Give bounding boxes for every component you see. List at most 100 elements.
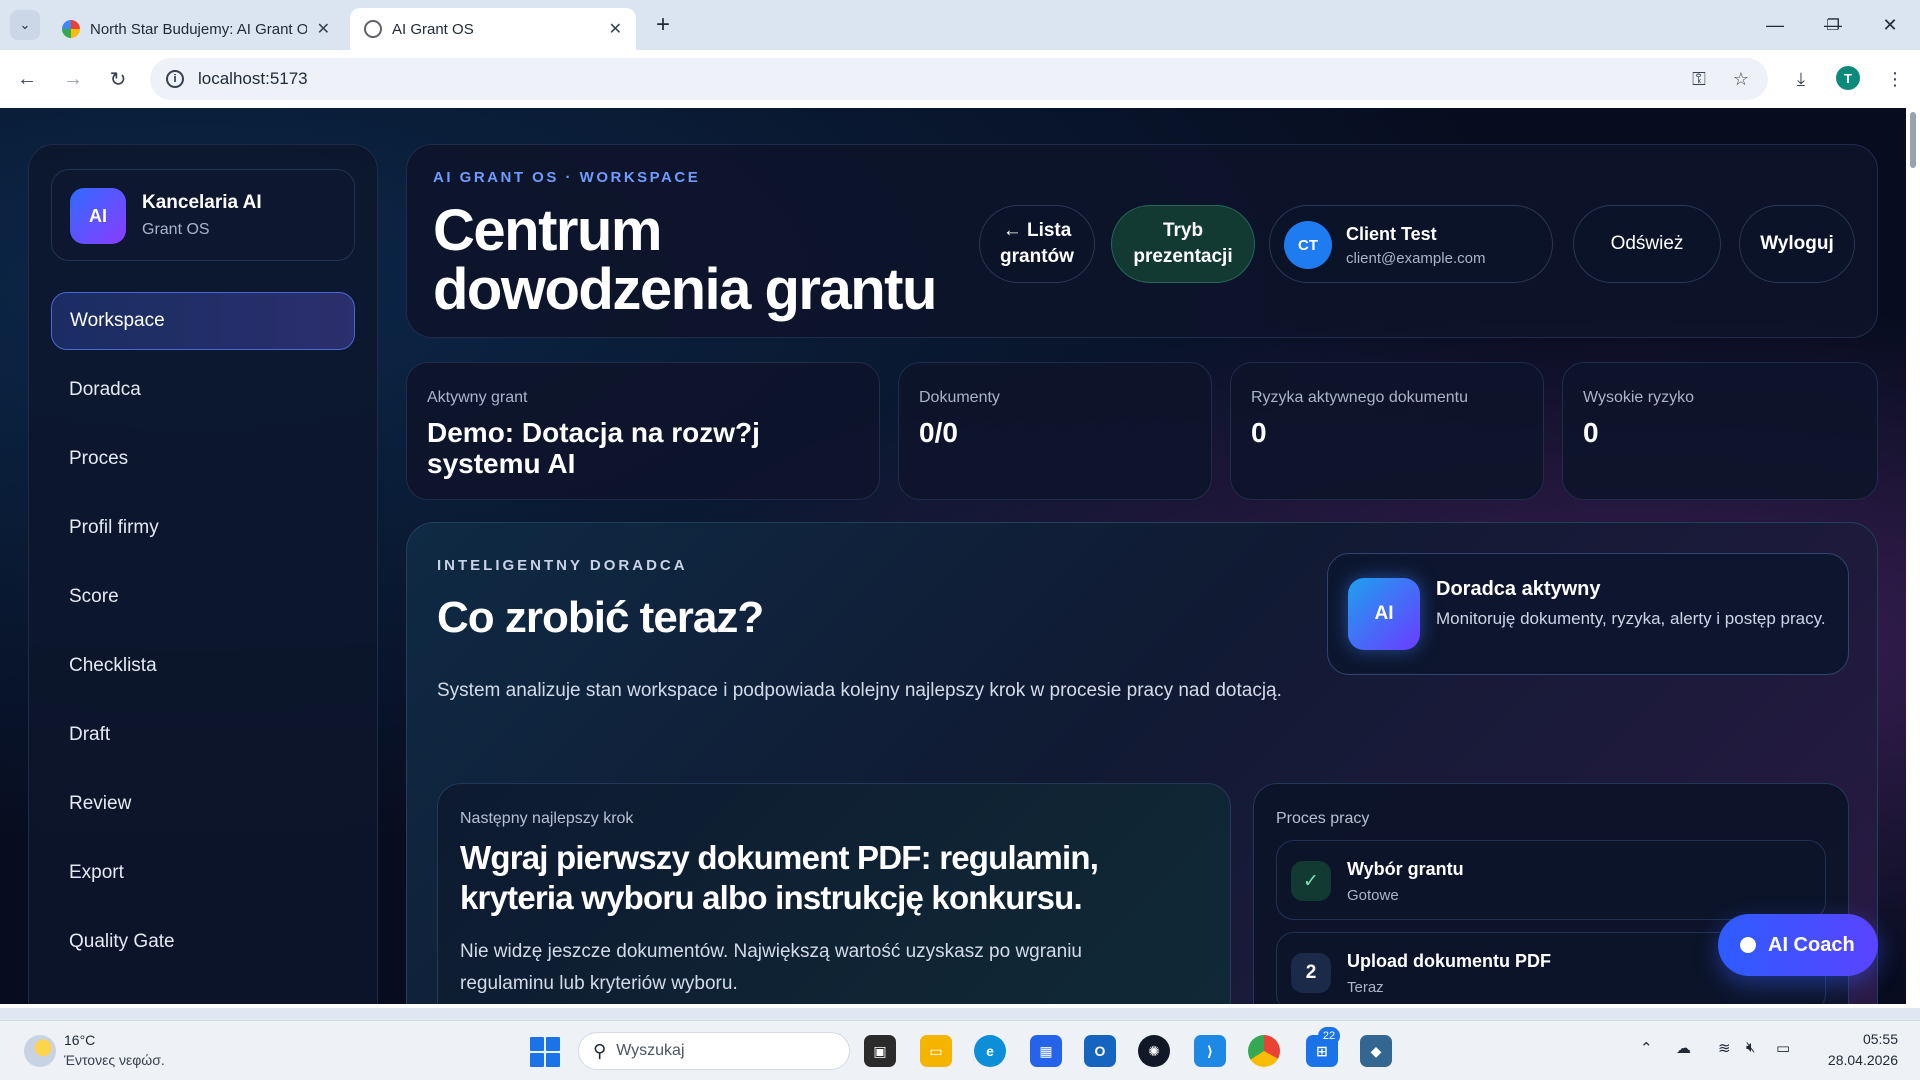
process-label: Proces pracy bbox=[1276, 810, 1370, 827]
file-explorer-icon[interactable]: ▭ bbox=[920, 1035, 952, 1067]
restore-icon[interactable]: ❐ bbox=[1818, 10, 1848, 40]
horizontal-scrollbar[interactable] bbox=[0, 1004, 1906, 1008]
back-icon[interactable]: ← bbox=[12, 64, 42, 94]
stat-value: 0 bbox=[1583, 417, 1599, 448]
site-info-icon[interactable]: i bbox=[166, 70, 184, 88]
ai-coach-button[interactable]: AI Coach bbox=[1718, 914, 1878, 976]
grants-list-button[interactable]: ← Lista grantów bbox=[979, 205, 1095, 283]
advisor-eyebrow: INTELIGENTNY DORADCA bbox=[437, 557, 688, 574]
next-step-title: Wgraj pierwszy dokument PDF: regulamin, … bbox=[460, 839, 1099, 916]
tab-title: AI Grant OS bbox=[392, 20, 474, 38]
search-icon: ⚲ bbox=[593, 1040, 607, 1061]
stat-value: Demo: Dotacja na rozw?j systemu AI bbox=[427, 417, 760, 479]
ai-coach-label: AI Coach bbox=[1768, 933, 1855, 956]
outlook-icon[interactable]: O bbox=[1084, 1035, 1116, 1067]
user-email: client@example.com bbox=[1346, 250, 1486, 267]
tab-search-icon[interactable]: ⌄ bbox=[10, 10, 40, 40]
download-icon[interactable]: ⤓ bbox=[1786, 64, 1816, 94]
sidebar-item-checklista[interactable]: Checklista bbox=[51, 637, 355, 695]
advisor-title: Co zrobić teraz? bbox=[437, 593, 764, 642]
close-tab-icon[interactable]: ✕ bbox=[609, 19, 622, 39]
next-step-description: Nie widzę jeszcze dokumentów. Największą… bbox=[460, 941, 1082, 994]
browser-toolbar: ← → ↻ i localhost:5173 ⚿ ☆ ⤓ ⋮ bbox=[0, 50, 1920, 108]
battery-icon[interactable]: ▭ bbox=[1776, 1039, 1790, 1057]
postgresql-icon[interactable]: ◆ bbox=[1360, 1035, 1392, 1067]
sidebar-item-export[interactable]: Export bbox=[51, 844, 355, 902]
search-placeholder: Wyszukaj bbox=[616, 1042, 685, 1059]
user-card[interactable]: CT Client Test client@example.com bbox=[1269, 205, 1553, 283]
scrollbar-thumb[interactable] bbox=[1910, 112, 1916, 168]
taskbar-search[interactable]: ⚲ Wyszukaj bbox=[578, 1032, 850, 1070]
vscode-icon[interactable]: ⟩ bbox=[1194, 1035, 1226, 1067]
sidebar-item-workspace[interactable]: Workspace bbox=[51, 292, 355, 350]
stat-value: 0 bbox=[1251, 417, 1267, 448]
clock-time[interactable]: 05:55 bbox=[1824, 1031, 1898, 1047]
close-window-icon[interactable]: ✕ bbox=[1875, 10, 1905, 40]
notification-badge: 22 bbox=[1318, 1027, 1340, 1045]
profile-avatar[interactable]: T bbox=[1836, 66, 1860, 90]
address-bar[interactable]: i localhost:5173 bbox=[150, 58, 1768, 100]
advisor-status-description: Monitoruję dokumenty, ryzyka, alerty i p… bbox=[1436, 609, 1826, 628]
tab-title: North Star Budujemy: AI Grant OS bbox=[90, 20, 307, 38]
windows-start-icon[interactable] bbox=[530, 1037, 560, 1067]
tab-north-star[interactable]: North Star Budujemy: AI Grant OS ✕ bbox=[48, 8, 344, 50]
onedrive-cloud-icon[interactable]: ☁ bbox=[1676, 1039, 1691, 1057]
password-key-icon[interactable]: ⚿ bbox=[1684, 64, 1714, 94]
process-step-grant-selection[interactable]: ✓ Wybór grantu Gotowe bbox=[1276, 840, 1826, 920]
globe-favicon-icon bbox=[364, 20, 382, 38]
clock-date[interactable]: 28.04.2026 bbox=[1816, 1052, 1898, 1068]
stat-label: Aktywny grant bbox=[427, 389, 528, 406]
microsoft-store-icon[interactable]: ▦ bbox=[1030, 1035, 1062, 1067]
close-tab-icon[interactable]: ✕ bbox=[317, 19, 330, 39]
step-number: 2 bbox=[1291, 953, 1331, 993]
user-avatar: CT bbox=[1284, 221, 1332, 269]
forward-icon[interactable]: → bbox=[58, 64, 88, 94]
vertical-scrollbar[interactable] bbox=[1906, 108, 1920, 1008]
google-favicon-icon bbox=[62, 20, 80, 38]
brand-card: AI Kancelaria AI Grant OS bbox=[51, 169, 355, 261]
header-eyebrow: AI GRANT OS · WORKSPACE bbox=[433, 169, 701, 186]
weather-description: Έντονες νεφώσ. bbox=[64, 1052, 165, 1068]
sidebar-item-doradca[interactable]: Doradca bbox=[51, 361, 355, 419]
minimize-icon[interactable]: — bbox=[1760, 10, 1790, 40]
stat-high-risk: Wysokie ryzyko 0 bbox=[1562, 362, 1878, 500]
sidebar-item-proces[interactable]: Proces bbox=[51, 430, 355, 488]
logout-button[interactable]: Wyloguj bbox=[1739, 205, 1855, 283]
edge-browser-icon[interactable]: e bbox=[974, 1035, 1006, 1067]
address-text: localhost:5173 bbox=[198, 69, 308, 88]
chatgpt-icon[interactable]: ✺ bbox=[1138, 1035, 1170, 1067]
menu-kebab-icon[interactable]: ⋮ bbox=[1880, 64, 1910, 94]
sidebar-item-quality-gate[interactable]: Quality Gate bbox=[51, 913, 355, 971]
sidebar-item-profil-firmy[interactable]: Profil firmy bbox=[51, 499, 355, 557]
tray-chevron-up-icon[interactable]: ⌃ bbox=[1640, 1039, 1653, 1057]
chrome-icon[interactable] bbox=[1248, 1035, 1280, 1067]
stat-documents: Dokumenty 0/0 bbox=[898, 362, 1212, 500]
wifi-icon[interactable]: ≋ bbox=[1718, 1039, 1731, 1057]
coach-dot-icon bbox=[1740, 937, 1756, 953]
advisor-panel: INTELIGENTNY DORADCA Co zrobić teraz? Sy… bbox=[406, 522, 1878, 1008]
sidebar-item-draft[interactable]: Draft bbox=[51, 706, 355, 764]
new-tab-icon[interactable]: + bbox=[648, 10, 678, 40]
stat-active-grant: Aktywny grant Demo: Dotacja na rozw?j sy… bbox=[406, 362, 880, 500]
presentation-mode-button[interactable]: Tryb prezentacji bbox=[1111, 205, 1255, 283]
volume-muted-icon[interactable]: 🔇︎ bbox=[1746, 1039, 1755, 1056]
stat-label: Ryzyka aktywnego dokumentu bbox=[1251, 389, 1468, 406]
app-viewport: AI Kancelaria AI Grant OS Workspace Dora… bbox=[0, 108, 1920, 1008]
bookmark-star-icon[interactable]: ☆ bbox=[1726, 64, 1756, 94]
stat-label: Wysokie ryzyko bbox=[1583, 389, 1694, 406]
brand-name: Kancelaria AI bbox=[142, 192, 262, 213]
sidebar-item-review[interactable]: Review bbox=[51, 775, 355, 833]
sidebar-item-score[interactable]: Score bbox=[51, 568, 355, 626]
taskbar: 16°C Έντονες νεφώσ. ⚲ Wyszukaj ▣ ▭ e ▦ O… bbox=[0, 1020, 1920, 1080]
refresh-button[interactable]: Odśwież bbox=[1573, 205, 1721, 283]
advisor-description: System analizuje stan workspace i podpow… bbox=[437, 680, 1282, 701]
weather-temperature: 16°C bbox=[64, 1032, 96, 1048]
weather-cloud-icon[interactable] bbox=[24, 1035, 56, 1067]
stat-document-risks: Ryzyka aktywnego dokumentu 0 bbox=[1230, 362, 1544, 500]
tab-ai-grant-os[interactable]: AI Grant OS ✕ bbox=[350, 8, 636, 50]
reload-icon[interactable]: ↻ bbox=[103, 64, 133, 94]
task-view-icon[interactable]: ▣ bbox=[864, 1035, 896, 1067]
next-step-label: Następny najlepszy krok bbox=[460, 810, 634, 827]
stat-value: 0/0 bbox=[919, 417, 958, 448]
page-title: Centrum dowodzenia grantu bbox=[433, 198, 937, 322]
